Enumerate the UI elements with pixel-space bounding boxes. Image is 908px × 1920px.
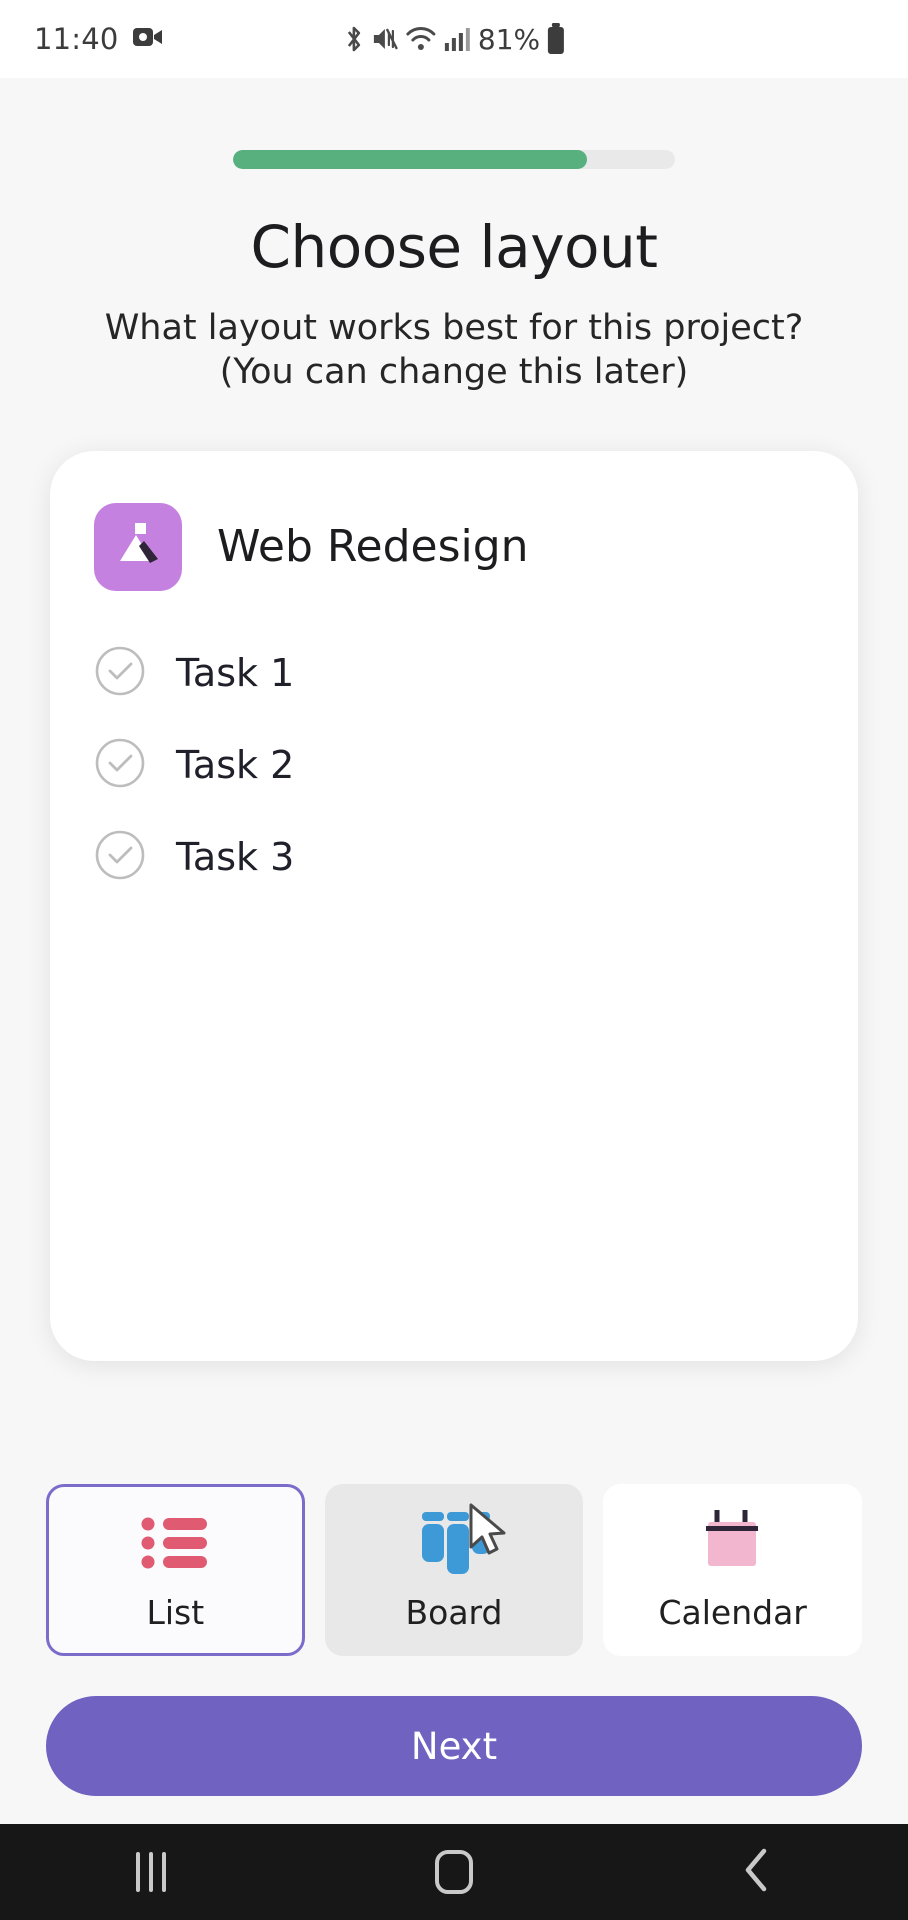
layout-option-calendar[interactable]: Calendar — [603, 1484, 863, 1656]
bluetooth-icon — [343, 24, 365, 54]
back-icon — [740, 1846, 774, 1898]
layout-option-list[interactable]: List — [46, 1484, 305, 1656]
project-avatar — [94, 502, 182, 591]
task-list: Task 1 Task 2 Task 3 — [94, 627, 814, 903]
home-icon — [434, 1850, 473, 1894]
next-button[interactable]: Next — [46, 1696, 862, 1796]
project-name: Web Redesign — [217, 521, 529, 572]
progress-fill — [233, 150, 587, 169]
battery-icon — [547, 23, 565, 55]
check-circle-icon[interactable] — [94, 645, 146, 701]
layout-preview-card: Web Redesign Task 1 Task 2 Task 3 — [50, 450, 858, 1361]
layout-options-group: List Board Calendar — [46, 1484, 863, 1656]
subtitle-line-1: What layout works best for this project? — [104, 308, 804, 348]
home-button[interactable] — [394, 1824, 514, 1920]
phone-screen: 11:40 81% Choose layout What layout work… — [0, 0, 908, 1920]
layout-chooser-sheet: List Board Calendar Next — [0, 1454, 908, 1824]
onboarding-progress-bar — [233, 150, 675, 169]
layout-option-label: Calendar — [658, 1592, 807, 1632]
task-row[interactable]: Task 2 — [94, 719, 814, 811]
task-label: Task 1 — [176, 650, 295, 695]
signal-icon — [444, 25, 470, 53]
mute-icon — [372, 24, 398, 54]
task-row[interactable]: Task 1 — [94, 627, 814, 719]
project-header: Web Redesign — [94, 502, 814, 591]
check-circle-icon[interactable] — [94, 737, 146, 793]
page-subtitle: What layout works best for this project?… — [0, 307, 908, 395]
page-title: Choose layout — [250, 213, 658, 281]
layout-option-label: Board — [405, 1592, 503, 1632]
subtitle-line-2: (You can change this later) — [219, 351, 689, 392]
status-bar-left: 11:40 — [34, 22, 163, 56]
layout-option-board[interactable]: Board — [324, 1484, 584, 1656]
list-icon — [139, 1509, 211, 1577]
recents-button[interactable] — [91, 1824, 211, 1920]
status-bar: 11:40 81% — [0, 0, 908, 78]
layout-option-label: List — [146, 1592, 205, 1632]
calendar-icon — [698, 1509, 768, 1577]
recents-icon — [136, 1852, 167, 1892]
video-record-icon — [132, 26, 163, 52]
status-time: 11:40 — [34, 22, 119, 56]
task-label: Task 2 — [176, 742, 295, 787]
task-label: Task 3 — [176, 834, 295, 879]
mountain-icon — [110, 519, 166, 575]
battery-percent: 81% — [477, 22, 541, 56]
wifi-icon — [405, 25, 437, 53]
status-bar-right: 81% — [343, 23, 565, 56]
board-icon — [414, 1503, 506, 1577]
check-circle-icon[interactable] — [94, 829, 146, 885]
onboarding-content: Choose layout What layout works best for… — [0, 78, 908, 1824]
back-button[interactable] — [697, 1824, 817, 1920]
task-row[interactable]: Task 3 — [94, 811, 814, 903]
android-nav-bar — [0, 1824, 908, 1920]
